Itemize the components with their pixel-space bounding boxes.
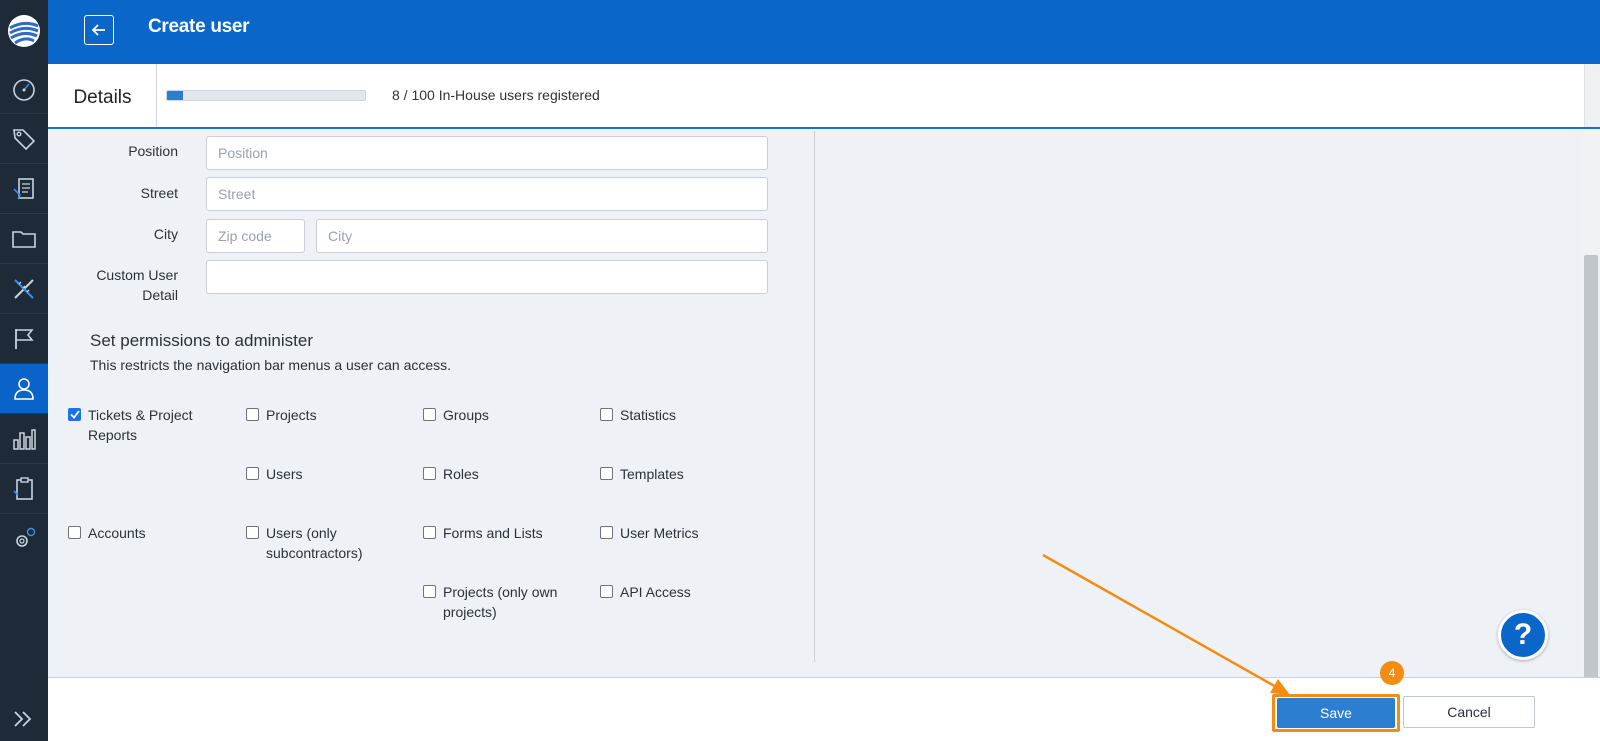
flag-icon[interactable] [0, 314, 48, 364]
zip-code-input[interactable] [206, 219, 305, 253]
checkbox[interactable] [600, 467, 613, 480]
scrollbar[interactable] [1582, 131, 1600, 741]
permission-users[interactable]: Users [246, 464, 303, 484]
column-divider [814, 131, 815, 662]
checkbox[interactable] [600, 408, 613, 421]
permission-users-only-subcontractors[interactable]: Users (only subcontractors) [246, 523, 362, 563]
permission-groups[interactable]: Groups [423, 405, 489, 425]
permission-forms-and-lists[interactable]: Forms and Lists [423, 523, 543, 543]
scrollbar-thumb[interactable] [1584, 255, 1598, 709]
users-registered-text: 8 / 100 In-House users registered [392, 87, 600, 103]
permission-roles[interactable]: Roles [423, 464, 479, 484]
expand-icon[interactable] [0, 697, 48, 741]
dashboard-icon[interactable] [0, 64, 48, 114]
position-label: Position [128, 143, 178, 159]
back-button[interactable] [84, 15, 114, 45]
logo-icon[interactable] [0, 0, 48, 62]
clipboard-icon[interactable] [0, 464, 48, 514]
details-scroll-edge [1584, 64, 1600, 127]
city-label: City [153, 226, 178, 242]
permissions-subtitle: This restricts the navigation bar menus … [90, 357, 452, 373]
checkbox[interactable] [423, 467, 436, 480]
checkbox[interactable] [600, 585, 613, 598]
footer-actions: 4 Save Cancel [48, 661, 1600, 741]
street-label: Street [140, 185, 178, 201]
permission-user-metrics[interactable]: User Metrics [600, 523, 699, 543]
custom-user-detail-label-line1: Custom User [96, 267, 178, 283]
city-input[interactable] [316, 219, 768, 253]
user-icon[interactable] [0, 364, 48, 414]
permission-statistics[interactable]: Statistics [600, 405, 676, 425]
details-tab[interactable]: Details [48, 64, 157, 127]
step-badge: 4 [1380, 661, 1404, 685]
permission-projects[interactable]: Projects [246, 405, 317, 425]
checkbox[interactable] [423, 585, 436, 598]
divider [156, 64, 157, 127]
form-area: Position Street City Custom User Detail … [48, 131, 1600, 741]
users-progress-fill [167, 91, 183, 100]
checkbox[interactable] [246, 467, 259, 480]
street-input[interactable] [206, 177, 768, 211]
checkbox[interactable] [246, 526, 259, 539]
page-title: Create user [148, 16, 250, 37]
permissions-title: Set permissions to administer [90, 331, 313, 350]
arrow-left-icon [92, 24, 105, 36]
permission-tickets-project-reports[interactable]: Tickets & Project Reports [68, 405, 193, 445]
checkbox[interactable] [600, 526, 613, 539]
permission-templates[interactable]: Templates [600, 464, 684, 484]
custom-user-detail-label: Custom User Detail [38, 265, 178, 305]
position-input[interactable] [206, 136, 768, 170]
permission-projects-only-own[interactable]: Projects (only own projects) [423, 582, 557, 622]
checkbox[interactable] [423, 408, 436, 421]
checkmark-icon [69, 410, 80, 419]
help-button[interactable]: ? [1498, 610, 1548, 660]
save-button[interactable]: Save [1277, 698, 1395, 728]
checkbox[interactable] [423, 526, 436, 539]
custom-user-detail-label-line2: Detail [142, 287, 178, 303]
checkbox[interactable] [68, 526, 81, 539]
cancel-button[interactable]: Cancel [1403, 696, 1535, 728]
statistics-icon[interactable] [0, 414, 48, 464]
sidebar [0, 0, 48, 741]
users-progress-bar [166, 90, 366, 101]
settings-icon[interactable] [0, 514, 48, 564]
custom-user-detail-input[interactable] [206, 260, 768, 294]
top-header: Create user [48, 0, 1600, 64]
permission-accounts[interactable]: Accounts [68, 523, 146, 543]
checkbox[interactable] [68, 408, 81, 421]
permission-api-access[interactable]: API Access [600, 582, 691, 602]
details-bar: Details 8 / 100 In-House users registere… [48, 64, 1600, 129]
checkbox[interactable] [246, 408, 259, 421]
